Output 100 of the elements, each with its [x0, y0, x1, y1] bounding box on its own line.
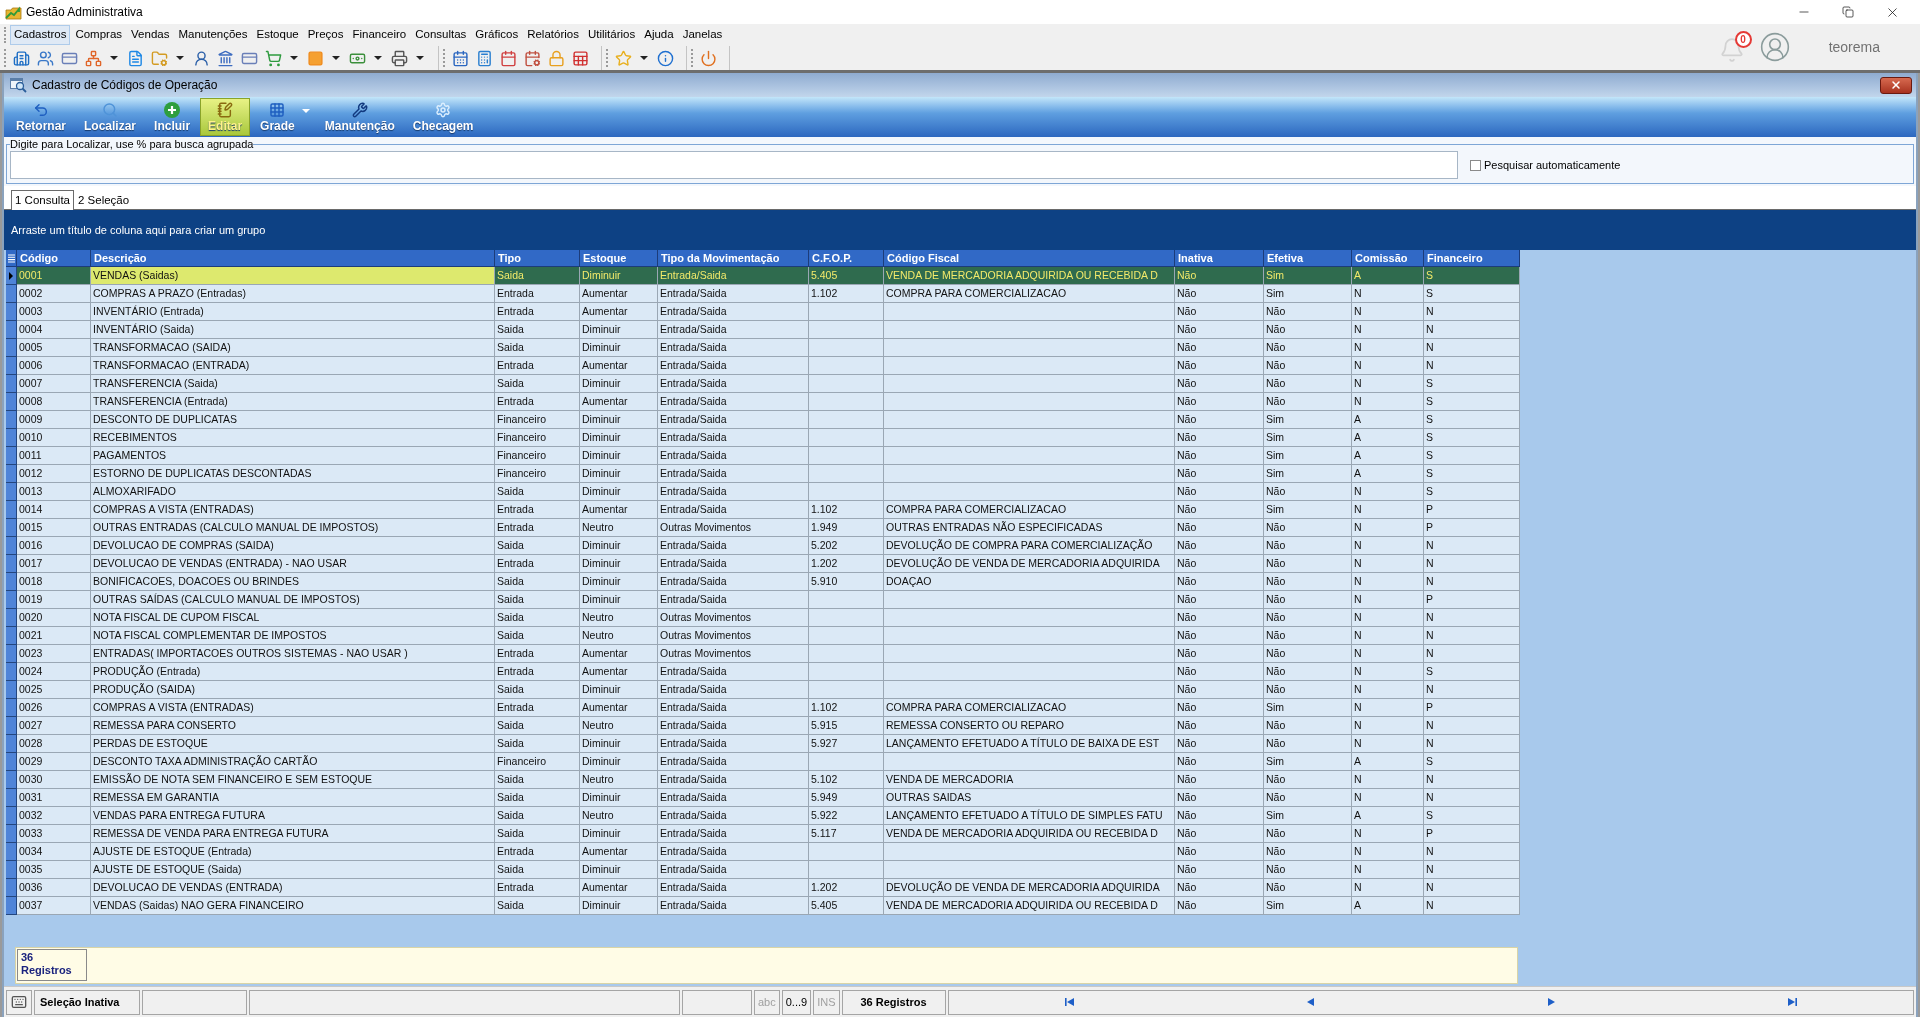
table-row[interactable]: 0009 DESCONTO DE DUPLICATAS Financeiro Diminuir Entrada/Saida Não Sim A S — [6, 411, 1520, 429]
table-row[interactable]: 0001 VENDAS (Saidas) Saida Diminuir Entrada/Saida 5.405 VENDA DE MERCADORIA ADQUIRIDA OU RECEBIDA D Não Sim A S — [6, 267, 1520, 285]
table-row[interactable]: 0021 NOTA FISCAL COMPLEMENTAR DE IMPOSTOS Saida Neutro Outras Movimentos Não Não N N — [6, 627, 1520, 645]
row-selector[interactable] — [6, 555, 17, 573]
next-icon[interactable] — [1547, 998, 1555, 1006]
table-row[interactable]: 0037 VENDAS (Saidas) NAO GERA FINANCEIRO Saida Diminuir Entrada/Saida 5.405 VENDA DE MERCADORIA ADQUIRIDA OU RECEBIDA D Não Sim A N — [6, 897, 1520, 915]
menu-item[interactable]: Manutenções — [174, 25, 252, 45]
checkbox-label[interactable]: Pesquisar automaticamente — [1484, 156, 1621, 174]
tab[interactable]: 1 Consulta — [11, 190, 74, 210]
row-selector[interactable] — [6, 609, 17, 627]
row-selector[interactable] — [6, 267, 17, 285]
bell-icon[interactable] — [1718, 37, 1745, 63]
table-row[interactable]: 0015 OUTRAS ENTRADAS (CALCULO MANUAL DE IMPOSTOS) Entrada Neutro Outras Movimentos 1.949 OUTRAS ENTRADAS NÃO ESPECIFICADAS Não Não N P — [6, 519, 1520, 537]
table-row[interactable]: 0024 PRODUÇÃO (Entrada) Entrada Aumentar Entrada/Saida Não Não N S — [6, 663, 1520, 681]
table-row[interactable]: 0017 DEVOLUCAO DE VENDAS (ENTRADA) - NAO USAR Entrada Diminuir Entrada/Saida 1.202 DEVOLUÇÃO DE VENDA DE MERCADORIA ADQUIRIDA Não Não N N — [6, 555, 1520, 573]
row-selector[interactable] — [6, 447, 17, 465]
table-row[interactable]: 0036 DEVOLUCAO DE VENDAS (ENTRADA) Entrada Aumentar Entrada/Saida 1.202 DEVOLUÇÃO DE VENDA DE MERCADORIA ADQUIRIDA Não Não N N — [6, 879, 1520, 897]
menu-item[interactable]: Janelas — [678, 25, 727, 45]
row-selector[interactable] — [6, 879, 17, 897]
row-selector[interactable] — [6, 375, 17, 393]
row-selector[interactable] — [6, 501, 17, 519]
user-avatar-icon[interactable] — [1758, 31, 1791, 63]
row-selector[interactable] — [6, 717, 17, 735]
table-row[interactable]: 0004 INVENTÁRIO (Saida) Saida Diminuir Entrada/Saida Não Não N N — [6, 321, 1520, 339]
dropdown-button[interactable]: Grade — [252, 98, 315, 136]
table-row[interactable]: 0027 REMESSA PARA CONSERTO Saida Neutro Entrada/Saida 5.915 REMESSA CONSERTO OU REPARO Não Não N N — [6, 717, 1520, 735]
row-selector[interactable] — [6, 861, 17, 879]
table-row[interactable]: 0035 AJUSTE DE ESTOQUE (Saida) Saida Diminuir Entrada/Saida Não Não N N — [6, 861, 1520, 879]
toolbar-button[interactable]: Manutenção — [316, 98, 403, 136]
previous-icon[interactable] — [1306, 998, 1314, 1006]
row-selector[interactable] — [6, 789, 17, 807]
row-selector[interactable] — [6, 735, 17, 753]
table-row[interactable]: 0008 TRANSFERENCIA (Entrada) Entrada Aumentar Entrada/Saida Não Não N S — [6, 393, 1520, 411]
table-row[interactable]: 0026 COMPRAS A VISTA (ENTRADAS) Entrada Aumentar Entrada/Saida 1.102 COMPRA PARA COMERCIALIZACAO Não Sim N P — [6, 699, 1520, 717]
table-row[interactable]: 0007 TRANSFERENCIA (Saida) Saida Diminuir Entrada/Saida Não Não N S — [6, 375, 1520, 393]
row-selector[interactable] — [6, 339, 17, 357]
table-row[interactable]: 0028 PERDAS DE ESTOQUE Saida Diminuir Entrada/Saida 5.927 LANÇAMENTO EFETUADO A TÍTULO DE BAIXA DE EST Não Não N N — [6, 735, 1520, 753]
row-selector[interactable] — [6, 393, 17, 411]
menu-item[interactable]: Estoque — [252, 25, 303, 45]
close-button[interactable] — [1880, 76, 1912, 94]
row-selector[interactable] — [6, 483, 17, 501]
table-row[interactable]: 0010 RECEBIMENTOS Financeiro Diminuir Entrada/Saida Não Sim A S — [6, 429, 1520, 447]
table-row[interactable]: 0011 PAGAMENTOS Financeiro Diminuir Entrada/Saida Não Sim A S — [6, 447, 1520, 465]
search-field[interactable] — [10, 151, 1458, 179]
row-selector[interactable] — [6, 897, 17, 915]
table-row[interactable]: 0014 COMPRAS A VISTA (ENTRADAS) Entrada Aumentar Entrada/Saida 1.102 COMPRA PARA COMERCIALIZACAO Não Sim N P — [6, 501, 1520, 519]
row-selector[interactable] — [6, 627, 17, 645]
menu-item[interactable]: Compras — [71, 25, 127, 45]
row-selector[interactable] — [6, 753, 17, 771]
tab[interactable]: 2 Seleção — [74, 190, 134, 209]
list-icon[interactable] — [7, 253, 15, 263]
menu-item[interactable]: Utilitários — [583, 25, 640, 45]
row-selector[interactable] — [6, 591, 17, 609]
menu-item[interactable]: Preços — [303, 25, 348, 45]
toolbar-button[interactable]: Incluir — [146, 98, 199, 136]
table-row[interactable]: 0016 DEVOLUCAO DE COMPRAS (SAIDA) Saida Diminuir Entrada/Saida 5.202 DEVOLUÇÃO DE COMPRA PARA COMERCIALIZAÇÃO Não Não N N — [6, 537, 1520, 555]
menu-item[interactable]: Vendas — [127, 25, 174, 45]
row-selector[interactable] — [6, 771, 17, 789]
row-selector[interactable] — [6, 843, 17, 861]
table-row[interactable]: 0023 ENTRADAS( IMPORTACOES OUTROS SISTEMAS - NAO USAR ) Entrada Aumentar Outras Movimentos Não Não N N — [6, 645, 1520, 663]
row-selector[interactable] — [6, 681, 17, 699]
menu-item[interactable]: Relatórios — [523, 25, 583, 45]
row-selector[interactable] — [6, 411, 17, 429]
table-row[interactable]: 0029 DESCONTO TAXA ADMINISTRAÇÃO CARTÃO Financeiro Diminuir Entrada/Saida Não Sim A S — [6, 753, 1520, 771]
row-selector[interactable] — [6, 825, 17, 843]
row-selector[interactable] — [6, 519, 17, 537]
table-row[interactable]: 0005 TRANSFORMACAO (SAIDA) Saida Diminuir Entrada/Saida Não Não N N — [6, 339, 1520, 357]
table-row[interactable]: 0003 INVENTÁRIO (Entrada) Entrada Aumentar Entrada/Saida Não Não N N — [6, 303, 1520, 321]
toolbar-button[interactable]: Checagem — [404, 98, 482, 136]
table-row[interactable]: 0031 REMESSA EM GARANTIA Saida Diminuir Entrada/Saida 5.949 OUTRAS SAIDAS Não Não N N — [6, 789, 1520, 807]
table-row[interactable]: 0020 NOTA FISCAL DE CUPOM FISCAL Saida Neutro Outras Movimentos Não Não N N — [6, 609, 1520, 627]
table-row[interactable]: 0034 AJUSTE DE ESTOQUE (Entrada) Entrada Aumentar Entrada/Saida Não Não N N — [6, 843, 1520, 861]
menu-item[interactable]: Consultas — [411, 25, 471, 45]
first-page-icon[interactable] — [1064, 998, 1074, 1006]
menu-item[interactable]: Gráficos — [471, 25, 523, 45]
menu-item[interactable]: Financeiro — [348, 25, 411, 45]
table-row[interactable]: 0033 REMESSA DE VENDA PARA ENTREGA FUTURA Saida Diminuir Entrada/Saida 5.117 VENDA DE MERCADORIA ADQUIRIDA OU RECEBIDA D Não Não N P — [6, 825, 1520, 843]
table-row[interactable]: 0012 ESTORNO DE DUPLICATAS DESCONTADAS Financeiro Diminuir Entrada/Saida Não Sim A S — [6, 465, 1520, 483]
table-row[interactable]: 0013 ALMOXARIFADO Saida Diminuir Entrada/Saida Não Não N S — [6, 483, 1520, 501]
row-selector[interactable] — [6, 573, 17, 591]
row-selector[interactable] — [6, 699, 17, 717]
menu-item[interactable]: Ajuda — [640, 25, 678, 45]
row-selector[interactable] — [6, 807, 17, 825]
checkbox[interactable] — [1470, 159, 1481, 171]
table-row[interactable]: 0019 OUTRAS SAÍDAS (CALCULO MANUAL DE IMPOSTOS) Saida Diminuir Entrada/Saida Não Não N P — [6, 591, 1520, 609]
menu-item[interactable]: Cadastros — [10, 25, 71, 45]
table-row[interactable]: 0032 VENDAS PARA ENTREGA FUTURA Saida Neutro Entrada/Saida 5.922 LANÇAMENTO EFETUADO A TÍTULO DE SIMPLES FATU Não Sim A S — [6, 807, 1520, 825]
row-selector[interactable] — [6, 357, 17, 375]
row-selector[interactable] — [6, 465, 17, 483]
table-row[interactable]: 0018 BONIFICACOES, DOACOES OU BRINDES Saida Diminuir Entrada/Saida 5.910 DOAÇAO Não Não N N — [6, 573, 1520, 591]
last-page-icon[interactable] — [1787, 998, 1797, 1006]
row-selector[interactable] — [6, 321, 17, 339]
toolbar-button[interactable]: Localizar — [76, 98, 145, 136]
table-row[interactable]: 0030 EMISSÃO DE NOTA SEM FINANCEIRO E SEM ESTOQUE Saida Neutro Entrada/Saida 5.102 VENDA DE MERCADORIA Não Não N N — [6, 771, 1520, 789]
row-selector[interactable] — [6, 303, 17, 321]
table-row[interactable]: 0006 TRANSFORMACAO (ENTRADA) Entrada Aumentar Entrada/Saida Não Não N N — [6, 357, 1520, 375]
toolbar-button[interactable]: Retornar — [8, 98, 74, 136]
row-selector[interactable] — [6, 537, 17, 555]
table-row[interactable]: 0002 COMPRAS A PRAZO (Entradas) Entrada Aumentar Entrada/Saida 1.102 COMPRA PARA COMERCIALIZACAO Não Sim N S — [6, 285, 1520, 303]
row-selector[interactable] — [6, 663, 17, 681]
